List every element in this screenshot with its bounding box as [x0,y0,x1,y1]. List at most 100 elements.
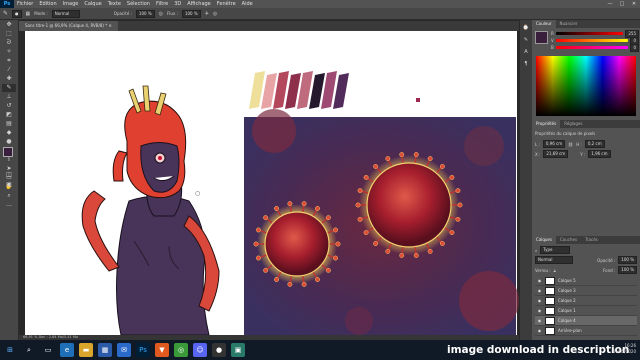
character-panel-icon[interactable]: A [522,48,530,56]
windows-start-icon[interactable]: ⊞ [3,343,17,357]
app-icon[interactable]: ▣ [231,343,245,357]
discord-icon[interactable]: ☺ [193,343,207,357]
flow-label: Flux : [167,10,178,16]
foreground-color-swatch[interactable] [3,147,13,157]
minimize-button[interactable]: — [604,0,616,8]
blend-mode-select[interactable]: Normal [535,256,573,264]
visibility-eye-icon[interactable]: ◉ [537,286,542,295]
mode-select[interactable]: Normal [51,9,80,18]
system-clock[interactable]: 16:26 21/05/2020 [613,343,636,355]
gradient-tool-icon[interactable]: ▤ [2,120,16,128]
brush-settings-icon[interactable]: ✎ [522,36,530,44]
airbrush-icon[interactable]: ✈ [205,8,209,20]
svg-text:○: ○ [195,190,200,197]
eraser-tool-icon[interactable]: ◩ [2,111,16,119]
flow-input[interactable]: 100 % [181,9,201,18]
menu-help[interactable]: Aide [239,0,256,8]
blue-slider[interactable]: B 0 [548,43,640,52]
menu-image[interactable]: Image [60,0,82,8]
brush-preset-picker[interactable]: ● [12,9,22,18]
mail-icon[interactable]: ✉ [117,343,131,357]
properties-panel-tabs: Propriétés Réglages [532,120,640,128]
brave-icon[interactable]: ▼ [155,343,169,357]
crop-tool-icon[interactable]: ⌗ [2,57,16,65]
blur-tool-icon[interactable]: ◆ [2,129,16,137]
layer-filter-select[interactable]: Type [540,246,571,254]
marquee-tool-icon[interactable]: ⬚ [2,30,16,38]
close-button[interactable]: ✕ [628,0,640,8]
layer-name: Calque 1 [558,308,576,313]
visibility-eye-icon[interactable]: ◉ [537,296,542,305]
layer-fill-input[interactable]: 100 % [618,266,637,274]
tab-color[interactable]: Couleur [532,20,556,28]
tab-adjustments[interactable]: Réglages [560,120,586,128]
layer-row[interactable]: ◉ Calque 2 [535,296,637,306]
x-field[interactable]: 21,69 cm [543,150,569,158]
search-icon[interactable]: ⌕ [22,343,36,357]
screen-mode-icon[interactable]: ▣ [2,181,16,189]
visibility-eye-icon[interactable]: ◉ [537,276,542,285]
chrome-icon[interactable]: ◎ [174,343,188,357]
brush-panel-icon[interactable]: ▦ [26,8,31,20]
filter-search-icon: ⌕ [535,247,538,253]
window-controls: — □ ✕ [604,0,640,8]
brush-tool-icon[interactable]: ✎ [3,8,8,20]
brush-tool-icon[interactable]: ✎ [2,84,16,92]
dodge-tool-icon[interactable]: ● [2,138,16,146]
maximize-button[interactable]: □ [616,0,628,8]
close-tab-icon[interactable]: ✕ [109,23,112,28]
layer-row[interactable]: ◉ Arrière-plan [535,326,637,336]
photoshop-taskbar-icon[interactable]: Ps [136,343,150,357]
height-field[interactable]: 0,2 cm [584,140,605,148]
y-field[interactable]: 1,96 cm [588,150,611,158]
lasso-tool-icon[interactable]: ᘐ [2,39,16,47]
menu-view[interactable]: Affichage [184,0,214,8]
store-icon[interactable]: ▦ [98,343,112,357]
visibility-eye-icon[interactable]: ◉ [537,326,542,335]
eyedropper-tool-icon[interactable]: ⁄ [2,66,16,74]
paragraph-panel-icon[interactable]: ¶ [522,60,530,68]
move-tool-icon[interactable]: ✥ [2,21,16,29]
tab-channels[interactable]: Couches [556,236,581,244]
canvas-area[interactable]: ○ [19,31,519,335]
type-tool-icon[interactable]: T [2,156,16,164]
pressure-opacity-icon[interactable]: ◎ [159,8,163,20]
visibility-eye-icon[interactable]: ◉ [537,306,542,315]
healing-tool-icon[interactable]: ✚ [2,75,16,83]
link-icon[interactable]: ⛓ [568,142,573,147]
explorer-icon[interactable]: ▬ [79,343,93,357]
zoom-tool-icon[interactable]: ⌕ [2,192,16,200]
tab-paths[interactable]: Tracés [581,236,602,244]
green-slider[interactable]: V 0 [548,36,640,45]
red-slider[interactable]: R 255 [548,29,640,38]
opacity-input[interactable]: 100 % [135,9,155,18]
obs-icon[interactable]: ● [212,343,226,357]
document-tab[interactable]: Sans titre-1 @ 66,9% (Calque 4, RVB/8) *… [19,21,118,31]
menu-window[interactable]: Fenêtre [214,0,239,8]
quick-mask-icon[interactable]: ◫ [2,171,16,179]
layer-row[interactable]: ◉ Calque 5 [535,276,637,286]
canvas[interactable]: ○ [19,31,519,335]
color-spectrum[interactable] [536,56,636,116]
layer-opacity-input[interactable]: 100 % [618,256,637,264]
width-field[interactable]: 0,96 cm [542,140,566,148]
properties-title: Propriétés du calque de pixels [535,131,596,136]
stamp-tool-icon[interactable]: ⊥ [2,93,16,101]
lock-icon[interactable]: 🔒︎ [554,268,556,273]
layer-row[interactable]: ◉ Calque 1 [535,306,637,316]
layer-row[interactable]: ◉ Calque 4 [535,316,637,326]
visibility-eye-icon[interactable]: ◉ [537,316,542,325]
more-tools-icon[interactable]: … [2,201,16,209]
quick-select-tool-icon[interactable]: ✧ [2,48,16,56]
layer-row[interactable]: ◉ Calque 3 [535,286,637,296]
menu-layer[interactable]: Calque [81,0,104,8]
panel-foreground-swatch[interactable] [535,31,548,44]
task-view-icon[interactable]: ▭ [41,343,55,357]
tab-layers[interactable]: Calques [532,236,556,244]
edge-icon[interactable]: e [60,343,74,357]
history-brush-tool-icon[interactable]: ↺ [2,102,16,110]
tab-properties[interactable]: Propriétés [532,120,561,128]
tab-swatches[interactable]: Nuancier [556,20,582,28]
history-panel-icon[interactable]: ⌚ [522,24,530,32]
pressure-size-icon[interactable]: ◎ [213,8,217,20]
